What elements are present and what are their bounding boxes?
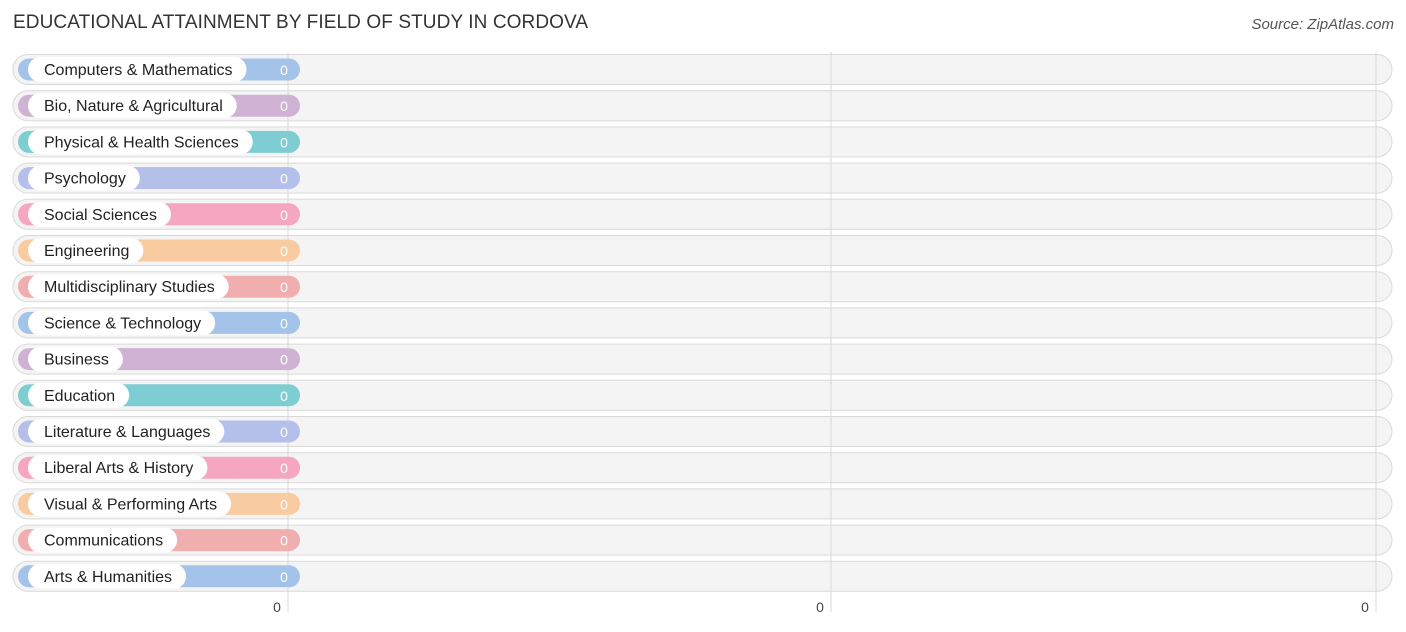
category-label: Visual & Performing Arts [44,496,217,513]
bar-row: Communications 0 [18,527,300,553]
category-label: Literature & Languages [44,424,210,441]
value-label: 0 [280,171,288,187]
value-label: 0 [280,424,288,440]
bar-row: Computers & Mathematics 0 [18,57,300,82]
bar-row: Literature & Languages 0 [18,419,300,444]
x-tick-label: 0 [1361,599,1369,615]
x-axis-ticks: 0 0 0 [273,599,1369,615]
value-label: 0 [280,352,288,368]
category-label: Liberal Arts & History [44,460,193,477]
value-label: 0 [280,98,288,114]
bar-row: Liberal Arts & History 0 [18,455,300,481]
bars: Computers & Mathematics 0Bio, Nature & Ag… [18,57,300,589]
category-label: Bio, Nature & Agricultural [44,98,223,115]
category-label: Education [44,388,115,405]
bar-row: Visual & Performing Arts 0 [18,491,300,517]
value-label: 0 [280,315,288,331]
bar-row: Science & Technology 0 [18,310,300,336]
category-label: Physical & Health Sciences [44,134,239,151]
category-label: Engineering [44,243,129,260]
x-tick-label: 0 [816,599,824,615]
value-label: 0 [280,496,288,512]
bar-row: Business 0 [18,346,300,372]
bar-chart: Computers & Mathematics 0Bio, Nature & Ag… [12,52,1393,615]
value-label: 0 [280,460,288,476]
category-label: Arts & Humanities [44,569,172,586]
value-label: 0 [280,207,288,223]
bar-row: Arts & Humanities 0 [18,563,300,589]
bar-row: Education 0 [18,382,300,408]
value-label: 0 [280,533,288,549]
category-label: Computers & Mathematics [44,62,233,79]
x-tick-label: 0 [273,599,281,615]
category-label: Communications [44,533,163,550]
bar-row: Bio, Nature & Agricultural 0 [18,93,300,119]
bar-row: Social Sciences 0 [18,201,300,227]
value-label: 0 [280,279,288,295]
value-label: 0 [280,134,288,150]
bar-row: Multidisciplinary Studies 0 [18,274,300,300]
bar-row: Psychology 0 [18,165,300,191]
category-label: Science & Technology [44,315,201,332]
value-label: 0 [280,569,288,585]
category-label: Social Sciences [44,207,157,224]
value-label: 0 [280,62,288,78]
value-label: 0 [280,243,288,259]
bar-row: Physical & Health Sciences 0 [18,129,300,155]
category-label: Psychology [44,171,126,188]
value-label: 0 [280,388,288,404]
bar-row: Engineering 0 [18,238,300,263]
category-label: Multidisciplinary Studies [44,279,215,296]
category-label: Business [44,352,109,369]
